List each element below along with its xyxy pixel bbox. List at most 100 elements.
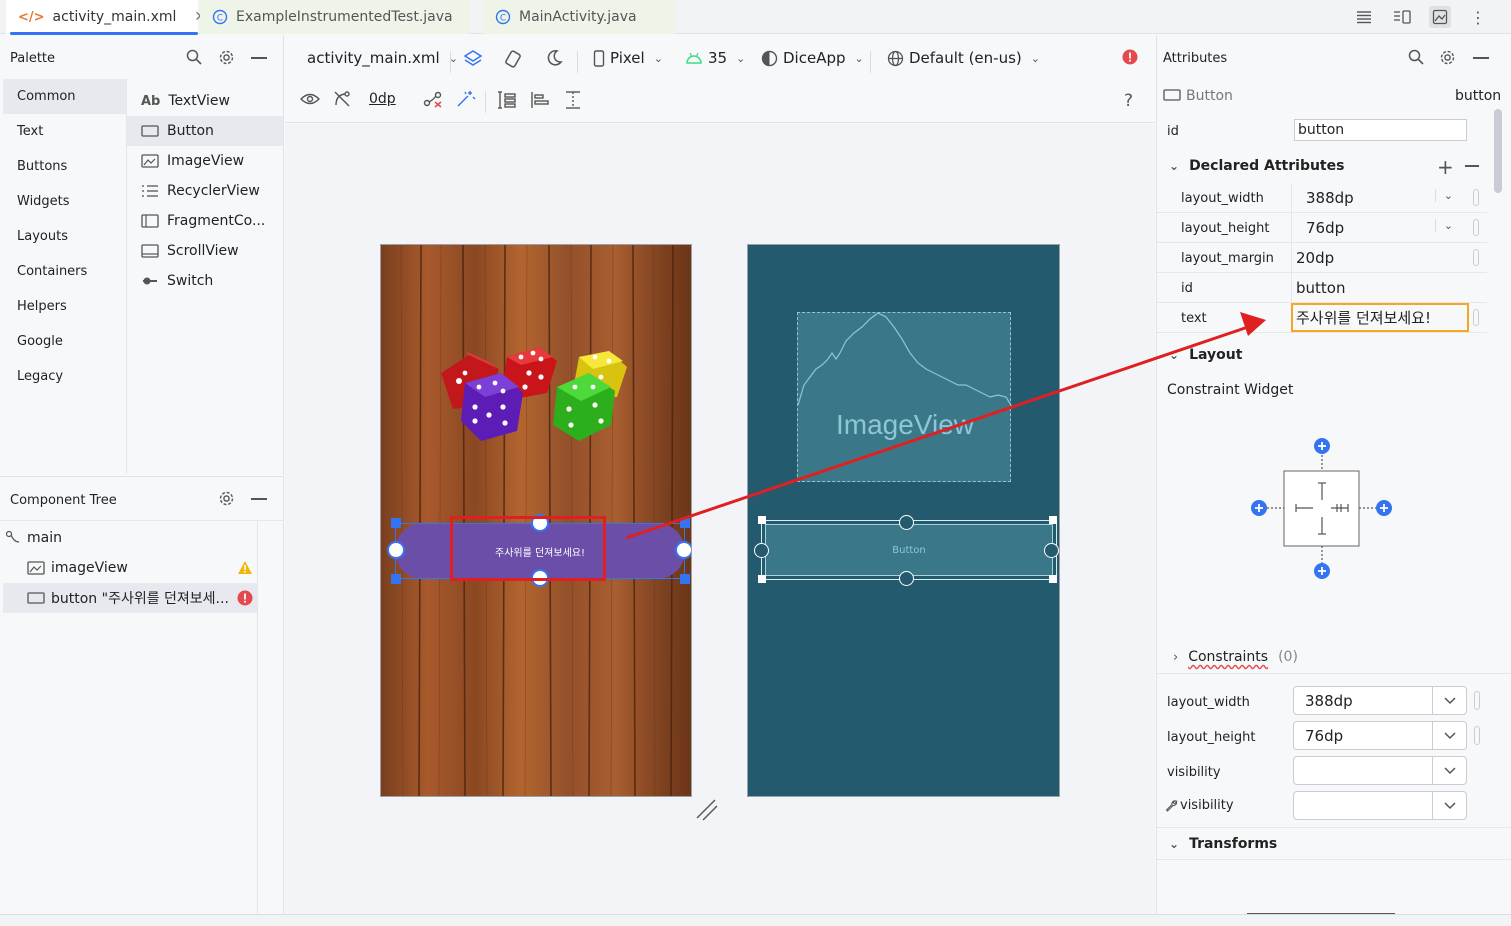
- transforms-section[interactable]: ⌄ Transforms: [1169, 836, 1277, 852]
- design-phone-preview[interactable]: 주사위를 던져보세요!: [380, 244, 692, 797]
- attr-option-handle[interactable]: [1474, 691, 1480, 710]
- attr-row-layout-height[interactable]: layout_height 76dp ⌄: [1157, 213, 1487, 243]
- design-view-icon[interactable]: [1429, 6, 1451, 28]
- chevron-down-icon[interactable]: [1432, 722, 1466, 749]
- constraint-widget[interactable]: [1247, 435, 1397, 585]
- attr-row-layout-margin[interactable]: layout_margin 20dp: [1157, 243, 1487, 273]
- palette-item-switch[interactable]: Switch: [127, 266, 283, 296]
- design-surface-icon[interactable]: [463, 49, 483, 69]
- more-options-icon[interactable]: ⋮: [1467, 6, 1489, 28]
- palette-item-imageview[interactable]: ImageView: [127, 146, 283, 176]
- remove-attribute-icon[interactable]: [1465, 165, 1479, 167]
- tab-activity-main-xml[interactable]: </> activity_main.xml ✕: [6, 0, 206, 35]
- gear-icon[interactable]: [218, 49, 235, 66]
- clear-constraints-icon[interactable]: [423, 90, 443, 108]
- attr-row-id[interactable]: id button: [1157, 273, 1487, 303]
- text-attribute-input[interactable]: 주사위를 던져보세요!: [1291, 303, 1469, 332]
- tree-row-main[interactable]: main: [3, 523, 257, 553]
- attr-row-text[interactable]: text 주사위를 던져보세요!: [1157, 303, 1487, 333]
- align-icon[interactable]: [530, 90, 550, 110]
- constraints-section[interactable]: › Constraints (0): [1173, 649, 1298, 665]
- minimize-icon[interactable]: [1473, 57, 1489, 59]
- split-view-icon[interactable]: [1391, 6, 1413, 28]
- view-options-icon[interactable]: [300, 92, 320, 106]
- attr-option-handle[interactable]: [1473, 189, 1479, 206]
- resize-handle[interactable]: [680, 518, 690, 528]
- autoconnect-icon[interactable]: [333, 90, 351, 108]
- palette-item-button[interactable]: Button: [127, 116, 283, 146]
- add-attribute-icon[interactable]: +: [1437, 155, 1454, 179]
- palette-item-scrollview[interactable]: ScrollView: [127, 236, 283, 266]
- blueprint-phone-preview[interactable]: ImageView Button: [747, 244, 1060, 797]
- resize-handle[interactable]: [391, 518, 401, 528]
- tree-row-imageview[interactable]: imageView: [3, 553, 257, 583]
- device-dropdown[interactable]: Pixel ⌄: [593, 49, 663, 67]
- palette-item-recyclerview[interactable]: RecyclerView: [127, 176, 283, 206]
- resize-handle[interactable]: [680, 574, 690, 584]
- attr-value[interactable]: button: [1291, 273, 1487, 302]
- palette-item-fragmentcontainer[interactable]: FragmentCo...: [127, 206, 283, 236]
- palette-category[interactable]: Legacy: [3, 359, 126, 394]
- resize-handle[interactable]: [758, 516, 766, 524]
- warning-icon[interactable]: [237, 560, 253, 575]
- canvas-resize-icon[interactable]: [695, 798, 719, 822]
- chevron-down-icon[interactable]: [1432, 687, 1466, 714]
- pack-icon[interactable]: [497, 90, 517, 110]
- help-icon[interactable]: ?: [1124, 91, 1133, 111]
- api-level-dropdown[interactable]: 35 ⌄: [685, 49, 745, 67]
- constraint-anchor-left[interactable]: [387, 541, 405, 559]
- error-icon[interactable]: [237, 590, 253, 606]
- constraint-anchor-top[interactable]: [899, 515, 914, 530]
- constraint-anchor-right[interactable]: [1044, 543, 1059, 558]
- palette-category[interactable]: Buttons: [3, 149, 126, 184]
- constraint-anchor-right[interactable]: [675, 541, 691, 559]
- attributes-scrollbar[interactable]: [1494, 109, 1502, 193]
- search-icon[interactable]: [186, 49, 202, 65]
- palette-category[interactable]: Common: [3, 79, 126, 114]
- search-icon[interactable]: [1408, 49, 1424, 65]
- attr-row-layout-width[interactable]: layout_width 388dp ⌄: [1157, 183, 1487, 213]
- palette-category[interactable]: Widgets: [3, 184, 126, 219]
- palette-category[interactable]: Text: [3, 114, 126, 149]
- resize-handle[interactable]: [758, 575, 766, 583]
- layout-width-dropdown[interactable]: 388dp: [1293, 686, 1467, 715]
- chevron-down-icon[interactable]: [1432, 792, 1466, 819]
- blueprint-imageview[interactable]: ImageView: [797, 312, 1012, 482]
- attr-value[interactable]: 388dp ⌄: [1291, 183, 1487, 212]
- guidelines-icon[interactable]: [563, 90, 583, 110]
- attr-value[interactable]: 20dp: [1291, 243, 1487, 272]
- palette-category[interactable]: Containers: [3, 254, 126, 289]
- attr-option-handle[interactable]: [1473, 309, 1479, 326]
- error-icon[interactable]: [1122, 49, 1138, 65]
- palette-category[interactable]: Layouts: [3, 219, 126, 254]
- minimize-icon[interactable]: [251, 498, 267, 500]
- orientation-icon[interactable]: [503, 49, 523, 69]
- night-mode-icon[interactable]: [545, 49, 563, 67]
- design-canvas[interactable]: 주사위를 던져보세요! ImageView Button: [285, 124, 1155, 914]
- code-view-icon[interactable]: [1353, 6, 1375, 28]
- layout-section[interactable]: ⌄ Layout: [1169, 347, 1242, 363]
- locale-dropdown[interactable]: Default (en-us) ⌄: [887, 49, 1040, 67]
- gear-icon[interactable]: [1439, 49, 1456, 66]
- chevron-down-icon[interactable]: [1432, 757, 1466, 784]
- palette-category[interactable]: Helpers: [3, 289, 126, 324]
- minimize-icon[interactable]: [251, 57, 267, 59]
- attr-option-handle[interactable]: [1473, 249, 1479, 266]
- default-margin-dropdown[interactable]: 0dp: [369, 91, 396, 107]
- tab-example-instrumented-test[interactable]: C ExampleInstrumentedTest.java: [200, 0, 470, 34]
- layout-height-dropdown[interactable]: 76dp: [1293, 721, 1467, 750]
- declared-attributes-section[interactable]: ⌄ Declared Attributes: [1169, 158, 1344, 174]
- infer-constraints-icon[interactable]: [456, 90, 476, 108]
- chevron-down-icon[interactable]: ⌄: [1434, 189, 1453, 202]
- constraint-anchor-left[interactable]: [754, 543, 769, 558]
- attr-option-handle[interactable]: [1474, 726, 1480, 745]
- id-input[interactable]: [1294, 119, 1467, 141]
- palette-category[interactable]: Google: [3, 324, 126, 359]
- visibility-dropdown[interactable]: [1293, 756, 1467, 785]
- file-selector-dropdown[interactable]: activity_main.xml ⌄: [307, 49, 458, 67]
- resize-handle[interactable]: [391, 574, 401, 584]
- theme-dropdown[interactable]: DiceApp ⌄: [761, 49, 864, 67]
- resize-handle[interactable]: [1049, 575, 1057, 583]
- tree-row-button[interactable]: button "주사위를 던져보세...: [3, 583, 257, 613]
- tools-visibility-dropdown[interactable]: [1293, 791, 1467, 820]
